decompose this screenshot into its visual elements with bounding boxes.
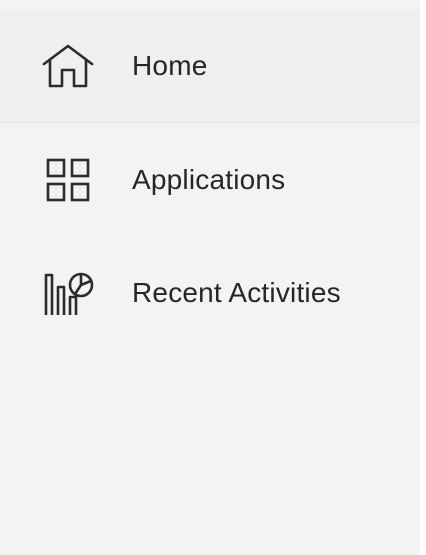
sidebar-item-home[interactable]: Home [0,10,420,123]
activity-chart-icon [38,267,98,319]
sidebar-item-label: Applications [132,164,286,195]
sidebar-item-recent-activities[interactable]: Recent Activities [0,237,420,349]
sidebar-item-label: Home [132,50,208,81]
apps-grid-icon [38,154,98,206]
sidebar-item-applications[interactable]: Applications [0,124,420,236]
sidebar-item-label: Recent Activities [132,277,341,308]
home-icon [38,40,98,92]
panel-edge [420,0,426,555]
sidebar-nav: Home Applications Recent Activities [0,0,420,555]
